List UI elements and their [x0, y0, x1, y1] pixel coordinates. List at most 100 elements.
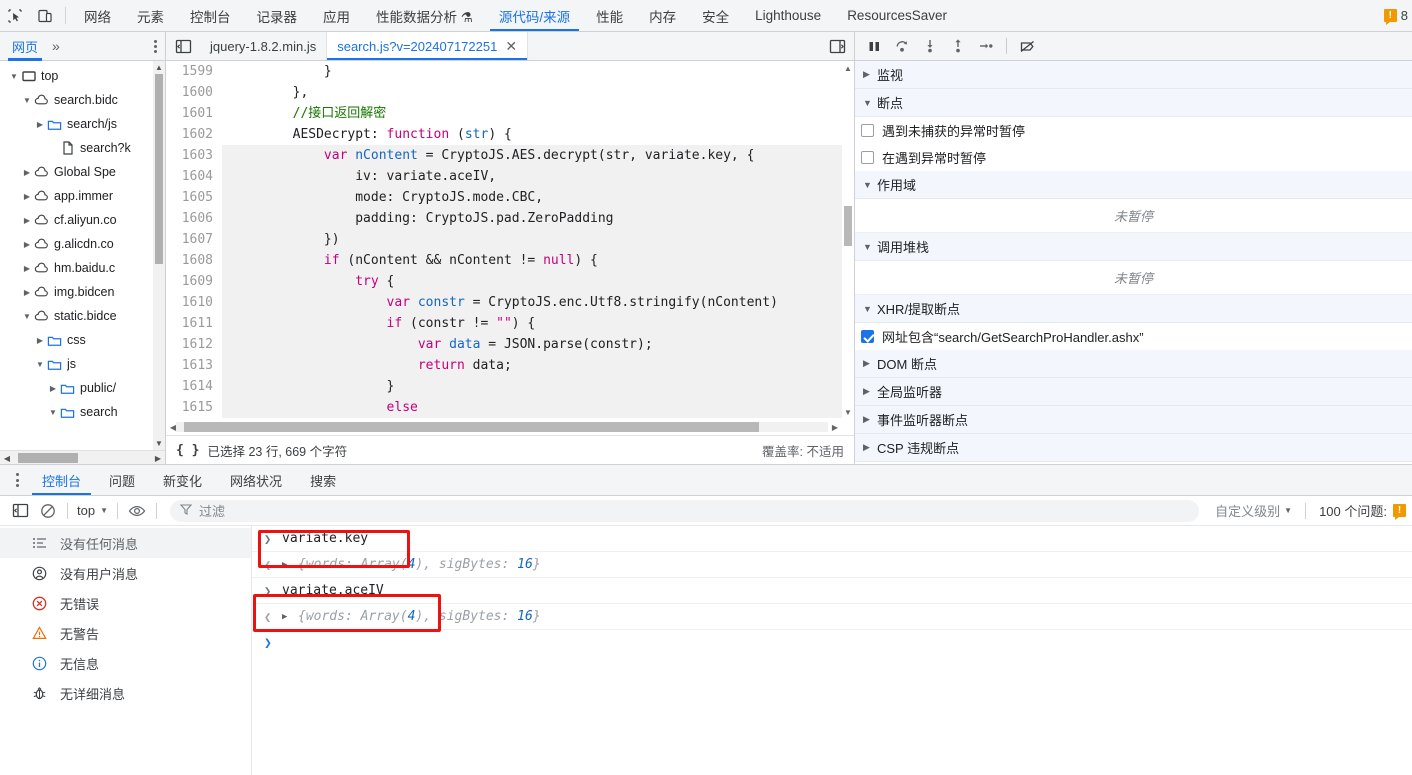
step-icon[interactable] — [973, 34, 999, 58]
line-number[interactable]: 1611 — [166, 313, 222, 334]
tree-item-static-bidce[interactable]: ▼ static.bidce — [0, 304, 165, 328]
scrollbar-thumb[interactable] — [844, 206, 852, 246]
line-number[interactable]: 1609 — [166, 271, 222, 292]
debugger-section-csp-violation-breakpoints[interactable]: ▶ CSP 违规断点 — [855, 434, 1412, 462]
navigator-horizontal-scrollbar[interactable]: ◀ ▶ — [0, 450, 165, 464]
warning-badge-icon[interactable]: ! — [1383, 9, 1397, 25]
chevron-right-icon[interactable]: ▶ — [863, 386, 877, 397]
console-input-entry[interactable]: ❯ variate.aceIV — [252, 578, 1412, 604]
step-out-icon[interactable] — [945, 34, 971, 58]
tree-item-top[interactable]: ▼ top — [0, 64, 165, 88]
chevron-right-icon[interactable]: ▶ — [34, 120, 46, 129]
line-number[interactable]: 1603 — [166, 145, 222, 166]
chevron-down-icon[interactable]: ▼ — [8, 72, 20, 81]
drawer-menu-icon[interactable] — [6, 465, 28, 495]
drawer-tab-whats-new[interactable]: 新变化 — [149, 465, 216, 495]
pretty-print-icon[interactable]: { } — [176, 443, 199, 458]
debugger-section-call-stack[interactable]: ▼ 调用堆栈 — [855, 233, 1412, 261]
editor-horizontal-scrollbar[interactable]: ◀ ▶ — [166, 419, 854, 435]
pause-on-uncaught-exceptions-checkbox[interactable] — [861, 124, 874, 137]
console-output-entry[interactable]: ❮ ▶ {words: Array(4), sigBytes: 16} — [252, 604, 1412, 630]
line-number[interactable]: 1602 — [166, 124, 222, 145]
navigator-tab-page[interactable]: 网页 — [8, 32, 43, 61]
step-into-icon[interactable] — [917, 34, 943, 58]
line-number[interactable]: 1605 — [166, 187, 222, 208]
deactivate-breakpoints-icon[interactable] — [1014, 34, 1040, 58]
execution-context-selector[interactable]: top ▼ — [73, 503, 112, 518]
console-sidebar-item-warnings[interactable]: 无警告 — [0, 618, 251, 648]
code-editor[interactable]: 1599 } 1600 }, 1601 //接口返回解密 1602 AESDecryp… — [166, 61, 854, 419]
debugger-section-watch[interactable]: ▶ 监视 — [855, 61, 1412, 89]
show-console-sidebar-icon[interactable] — [6, 498, 34, 524]
console-input-entry[interactable]: ❯ variate.key — [252, 526, 1412, 552]
issues-counter[interactable]: 100 个问题: ! — [1311, 501, 1406, 520]
tree-item-search-folder[interactable]: ▼ search — [0, 400, 165, 424]
line-number[interactable]: 1613 — [166, 355, 222, 376]
editor-vertical-scrollbar[interactable]: ▲ ▼ — [842, 61, 854, 419]
scrollbar-thumb[interactable] — [18, 453, 78, 463]
line-number[interactable]: 1615 — [166, 397, 222, 418]
editor-tab-jquery[interactable]: jquery-1.8.2.min.js — [200, 32, 328, 60]
tree-item-js[interactable]: ▼ js — [0, 352, 165, 376]
scroll-down-arrow-icon[interactable]: ▼ — [153, 437, 165, 450]
navigator-vertical-scrollbar[interactable]: ▲ ▼ — [153, 61, 165, 450]
debugger-section-event-listener-breakpoints[interactable]: ▶ 事件监听器断点 — [855, 406, 1412, 434]
main-tab-application[interactable]: 应用 — [310, 0, 363, 31]
scroll-right-arrow-icon[interactable]: ▶ — [151, 451, 165, 465]
chevron-down-icon[interactable]: ▼ — [47, 408, 59, 417]
debugger-section-breakpoints[interactable]: ▼ 断点 — [855, 89, 1412, 117]
console-output-entry[interactable]: ❮ ▶ {words: Array(4), sigBytes: 16} — [252, 552, 1412, 578]
main-tab-memory[interactable]: 内存 — [636, 0, 689, 31]
scroll-up-arrow-icon[interactable]: ▲ — [842, 61, 854, 75]
drawer-tab-network-conditions[interactable]: 网络状况 — [216, 465, 296, 495]
chevron-right-icon[interactable]: ▶ — [21, 216, 33, 225]
console-prompt[interactable]: ❯ — [252, 630, 1412, 657]
tree-item-app-immer[interactable]: ▶ app.immer — [0, 184, 165, 208]
live-expression-icon[interactable] — [123, 498, 151, 524]
main-tab-elements[interactable]: 元素 — [124, 0, 177, 31]
main-tab-lighthouse[interactable]: Lighthouse — [742, 0, 834, 31]
line-number[interactable]: 1600 — [166, 82, 222, 103]
chevron-down-icon[interactable]: ▼ — [863, 304, 877, 314]
line-number[interactable]: 1612 — [166, 334, 222, 355]
chevron-right-icon[interactable]: ▶ — [21, 240, 33, 249]
scrollbar-thumb[interactable] — [184, 422, 759, 432]
inspect-icon[interactable] — [0, 0, 30, 31]
tree-item-img-bidcen[interactable]: ▶ img.bidcen — [0, 280, 165, 304]
pause-on-exceptions-checkbox[interactable] — [861, 151, 874, 164]
tree-item-search-domain[interactable]: ▼ search.bidc — [0, 88, 165, 112]
line-number[interactable]: 1601 — [166, 103, 222, 124]
debugger-section-dom-breakpoints[interactable]: ▶ DOM 断点 — [855, 350, 1412, 378]
pause-on-uncaught-exceptions-row[interactable]: 遇到未捕获的异常时暂停 — [855, 117, 1412, 144]
chevron-right-icon[interactable]: ▶ — [47, 384, 59, 393]
chevron-right-icon[interactable]: ▶ — [21, 168, 33, 177]
line-number[interactable]: 1604 — [166, 166, 222, 187]
console-sidebar-item-errors[interactable]: 无错误 — [0, 588, 251, 618]
chevron-right-icon[interactable]: ▶ — [863, 358, 877, 369]
console-sidebar-item-all[interactable]: 没有任何消息 — [0, 528, 251, 558]
navigator-menu-icon[interactable] — [154, 39, 157, 53]
main-tab-performance[interactable]: 性能 — [583, 0, 636, 31]
scroll-left-arrow-icon[interactable]: ◀ — [0, 451, 14, 465]
pause-on-exceptions-row[interactable]: 在遇到异常时暂停 — [855, 144, 1412, 171]
line-number[interactable]: 1599 — [166, 61, 222, 82]
chevron-down-icon[interactable]: ▼ — [34, 360, 46, 369]
chevron-right-icon[interactable]: ▶ — [34, 336, 46, 345]
scroll-right-arrow-icon[interactable]: ▶ — [828, 419, 842, 435]
main-tab-network[interactable]: 网络 — [71, 0, 124, 31]
main-tab-console[interactable]: 控制台 — [177, 0, 244, 31]
chevron-down-icon[interactable]: ▼ — [863, 98, 877, 108]
chevron-down-icon[interactable]: ▼ — [21, 312, 33, 321]
expand-triangle-icon[interactable]: ▶ — [282, 612, 292, 622]
chevron-right-icon[interactable]: ▶ — [863, 442, 877, 453]
tree-item-global-spe[interactable]: ▶ Global Spe — [0, 160, 165, 184]
tree-item-cf-aliyun[interactable]: ▶ cf.aliyun.co — [0, 208, 165, 232]
debugger-section-scope[interactable]: ▼ 作用域 — [855, 171, 1412, 199]
main-tab-security[interactable]: 安全 — [689, 0, 742, 31]
close-icon[interactable]: ✕ — [505, 39, 517, 53]
drawer-tab-console[interactable]: 控制台 — [28, 465, 95, 495]
chevron-right-icon[interactable]: ▶ — [21, 192, 33, 201]
line-number[interactable]: 1606 — [166, 208, 222, 229]
xhr-breakpoint-row[interactable]: 网址包含“search/GetSearchProHandler.ashx” — [855, 323, 1412, 350]
chevron-down-icon[interactable]: ▼ — [863, 242, 877, 252]
